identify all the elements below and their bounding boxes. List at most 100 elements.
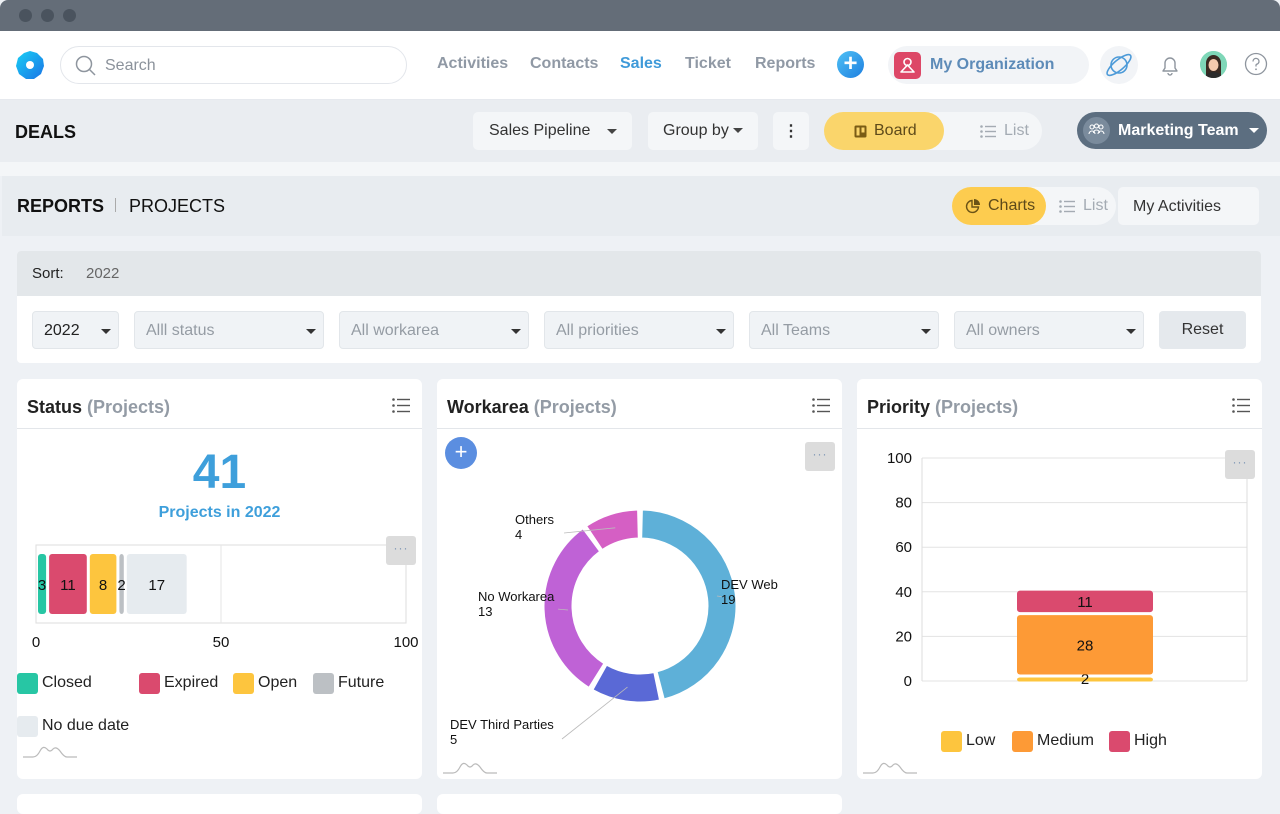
reports-header: REPORTS PROJECTS Charts List My Activiti…	[2, 176, 1280, 236]
add-plus-icon[interactable]: +	[837, 51, 864, 78]
legend-label: Future	[338, 674, 385, 691]
leader-line	[561, 686, 628, 740]
slice-value: 4	[515, 527, 522, 542]
y-tick-label: 0	[904, 673, 912, 690]
group-by-dropdown[interactable]: Group by	[648, 112, 758, 150]
organization-name: My Organization	[930, 56, 1055, 73]
filters-panel: Sort: 2022 2022 Alll status All workarea…	[17, 251, 1261, 363]
slice-value: 19	[721, 592, 735, 607]
slice-label: DEV Third Parties	[450, 717, 554, 732]
slice-value: 5	[450, 732, 457, 747]
deals-toolbar: DEALS Sales Pipeline Group by ⋮ Board Li…	[0, 100, 1280, 162]
search-icon	[75, 55, 96, 76]
search-input[interactable]	[105, 56, 385, 76]
legend-label: High	[1134, 732, 1167, 749]
owners-select[interactable]: All owners	[954, 311, 1144, 349]
list-menu-icon[interactable]	[1232, 398, 1250, 413]
nav-contacts[interactable]: Contacts	[530, 55, 598, 73]
my-activities-label: My Activities	[1133, 198, 1222, 215]
pipeline-dropdown[interactable]: Sales Pipeline	[473, 112, 632, 150]
window-minimize-button[interactable]	[41, 9, 54, 22]
priority-bar-chart: 02040608010022811	[887, 450, 1248, 690]
x-tick-label: 0	[32, 634, 40, 651]
view-list-button[interactable]: List	[974, 112, 1042, 150]
window-close-button[interactable]	[19, 9, 32, 22]
chevron-down-icon	[1249, 128, 1259, 133]
workarea-card: Workarea (Projects) + ··· DEV Web 19 DEV T…	[437, 379, 842, 779]
priorities-select-value: All priorities	[556, 322, 639, 339]
planet-icon[interactable]	[1100, 46, 1138, 84]
team-selector-label: Marketing Team	[1118, 122, 1239, 139]
nav-sales[interactable]: Sales	[620, 55, 662, 73]
y-tick-label: 100	[887, 450, 912, 467]
legend-swatch	[313, 673, 334, 694]
sort-value[interactable]: 2022	[86, 265, 119, 282]
chart-more-button[interactable]: ···	[1225, 450, 1255, 479]
legend-label: Closed	[42, 674, 92, 691]
list-menu-icon[interactable]	[812, 398, 830, 413]
app-logo-icon[interactable]	[15, 50, 45, 80]
top-navbar: Activities Contacts Sales Ticket Reports…	[0, 31, 1280, 100]
team-selector[interactable]: Marketing Team	[1077, 112, 1267, 149]
my-activities-button[interactable]: My Activities	[1118, 187, 1259, 225]
chart-more-button[interactable]: ···	[386, 536, 416, 565]
help-icon[interactable]	[1244, 52, 1268, 76]
legend-label: No due date	[42, 717, 130, 734]
breadcrumb-projects: PROJECTS	[129, 196, 226, 216]
legend-label: Open	[258, 674, 298, 691]
bar-value-label: 11	[1077, 594, 1093, 611]
nav-ticket[interactable]: Ticket	[685, 55, 731, 73]
card-header: Priority (Projects)	[857, 379, 1262, 429]
bar-value-label: 28	[1077, 637, 1094, 654]
chevron-down-icon	[716, 329, 726, 334]
bar-value-label: 17	[148, 577, 165, 594]
breadcrumb-reports[interactable]: REPORTS	[17, 196, 104, 217]
teams-select[interactable]: All Teams	[749, 311, 939, 349]
y-tick-label: 80	[895, 495, 912, 512]
slice-value: 13	[478, 604, 492, 619]
window-maximize-button[interactable]	[63, 9, 76, 22]
status-card: Status (Projects) 41 Projects in 2022 31…	[17, 379, 422, 779]
year-select[interactable]: 2022	[32, 311, 119, 349]
bar-value-label: 2	[117, 577, 125, 594]
year-select-value: 2022	[44, 322, 80, 339]
status-select[interactable]: Alll status	[134, 311, 324, 349]
workarea-select[interactable]: All workarea	[339, 311, 529, 349]
list-icon	[980, 125, 996, 138]
legend-label: Medium	[1037, 732, 1094, 749]
report-view-toggle: Charts List	[952, 187, 1116, 225]
bell-icon[interactable]	[1158, 53, 1182, 77]
group-by-label: Group by	[663, 122, 729, 139]
view-toggle: Board List	[824, 112, 1042, 150]
chevron-down-icon	[1126, 329, 1136, 334]
organization-switcher[interactable]: My Organization	[888, 46, 1089, 84]
more-options-button[interactable]: ⋮	[773, 112, 809, 150]
breadcrumb-divider	[115, 198, 116, 212]
legend-swatch	[17, 716, 38, 737]
list-icon	[1059, 200, 1075, 213]
nav-reports[interactable]: Reports	[755, 55, 815, 73]
card-title: Workarea (Projects)	[447, 397, 617, 417]
bar-value-label: 11	[60, 577, 76, 594]
legend-swatch	[1012, 731, 1033, 752]
view-charts-button[interactable]: Charts	[952, 187, 1046, 225]
user-avatar[interactable]	[1200, 51, 1227, 78]
legend-label: Expired	[164, 674, 219, 691]
nav-activities[interactable]: Activities	[437, 55, 508, 73]
priorities-select[interactable]: All priorities	[544, 311, 734, 349]
x-tick-label: 100	[393, 634, 418, 651]
workarea-select-value: All workarea	[351, 322, 440, 339]
reset-button[interactable]: Reset	[1159, 311, 1246, 349]
view-board-button[interactable]: Board	[824, 112, 944, 150]
search-box[interactable]	[60, 46, 407, 84]
view-charts-label: Charts	[988, 197, 1036, 214]
card-header: Workarea (Projects)	[437, 379, 842, 429]
legend-swatch	[233, 673, 254, 694]
y-tick-label: 60	[895, 539, 912, 556]
chevron-down-icon	[101, 329, 111, 334]
slice-label: DEV Web	[721, 577, 778, 592]
chevron-down-icon	[733, 128, 743, 133]
list-menu-icon[interactable]	[392, 398, 410, 413]
report-view-list-button[interactable]: List	[1052, 187, 1116, 225]
chevron-down-icon	[511, 329, 521, 334]
